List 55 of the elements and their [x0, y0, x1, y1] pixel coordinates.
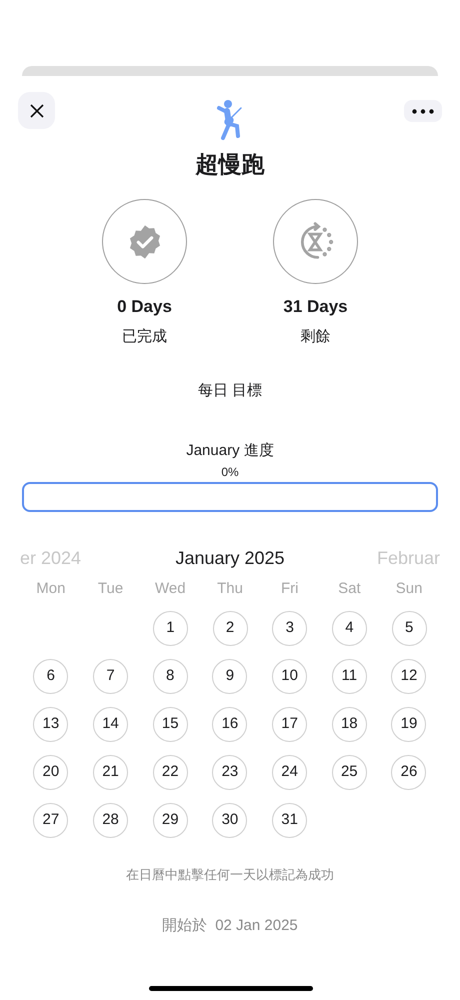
start-label: 開始於: [162, 916, 208, 936]
progress-label: January 進度: [185, 441, 275, 461]
day-button[interactable]: 2: [212, 611, 248, 646]
day-button[interactable]: 26: [391, 755, 426, 790]
stat-value: 0 Days: [117, 296, 172, 318]
daily-goal-label: 每日 目標: [196, 381, 264, 401]
start-date: 02 Jan 2025: [215, 916, 298, 936]
close-button[interactable]: [18, 92, 55, 129]
day-button[interactable]: 14: [93, 707, 128, 742]
day-button[interactable]: 20: [33, 755, 68, 790]
day-button[interactable]: 4: [332, 611, 367, 646]
day-button[interactable]: 28: [93, 803, 128, 838]
day-button[interactable]: 3: [272, 611, 308, 646]
hint-text: 在日曆中點擊任何一天以標記為成功: [125, 866, 335, 884]
day-button[interactable]: 7: [93, 659, 128, 694]
day-button[interactable]: 5: [392, 611, 427, 646]
weekday-label: Mon: [36, 579, 66, 599]
weekday-label: Sun: [396, 579, 422, 599]
more-icon: [412, 108, 434, 114]
day-button[interactable]: 12: [391, 659, 426, 694]
day-button[interactable]: 31: [272, 803, 308, 838]
guitar-player-icon: [216, 99, 244, 143]
day-button[interactable]: 10: [272, 659, 308, 694]
close-icon: [30, 104, 44, 118]
stat-label: 已完成: [122, 327, 167, 347]
day-button[interactable]: 23: [212, 755, 248, 790]
month-title: January 2025: [175, 547, 285, 570]
more-button[interactable]: [404, 100, 442, 122]
day-button[interactable]: 1: [152, 611, 188, 646]
stat-value: 31 Days: [283, 296, 348, 318]
day-button[interactable]: 24: [272, 755, 308, 790]
day-button[interactable]: 27: [33, 803, 68, 838]
day-button[interactable]: 11: [332, 659, 367, 694]
day-button[interactable]: 6: [33, 659, 68, 694]
day-button[interactable]: 17: [272, 707, 308, 742]
day-button[interactable]: 22: [152, 755, 188, 790]
day-button[interactable]: 30: [212, 803, 248, 838]
weekday-label: Thu: [217, 579, 243, 599]
day-button[interactable]: 29: [152, 803, 188, 838]
day-button[interactable]: 21: [93, 755, 128, 790]
day-button[interactable]: 15: [152, 707, 188, 742]
progress-reading: 0%: [220, 464, 240, 480]
day-button[interactable]: 25: [332, 755, 367, 790]
weekday-label: Tue: [98, 579, 124, 599]
habit-title: 超慢跑: [194, 150, 266, 179]
day-button[interactable]: 16: [212, 707, 248, 742]
weekday-label: Wed: [154, 579, 186, 599]
day-button[interactable]: 13: [33, 707, 68, 742]
weekday-label: Sat: [338, 579, 361, 599]
day-button[interactable]: 9: [212, 659, 248, 694]
day-button[interactable]: 8: [152, 659, 188, 694]
day-button[interactable]: 18: [332, 707, 367, 742]
weekday-label: Fri: [280, 579, 298, 599]
stat-label: 剩餘: [300, 327, 330, 347]
day-button[interactable]: 19: [391, 707, 426, 742]
